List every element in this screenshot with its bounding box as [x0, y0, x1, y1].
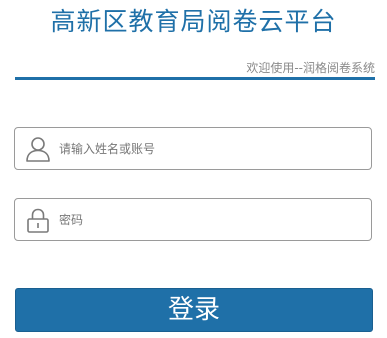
- password-input[interactable]: [59, 199, 359, 240]
- login-page: 高新区教育局阅卷云平台 欢迎使用--润格阅卷系统 登录: [0, 0, 387, 338]
- login-button[interactable]: 登录: [15, 288, 373, 332]
- username-input[interactable]: [59, 128, 359, 169]
- page-subtitle: 欢迎使用--润格阅卷系统: [246, 61, 375, 75]
- lock-icon: [27, 208, 49, 233]
- page-title: 高新区教育局阅卷云平台: [50, 7, 337, 36]
- header-divider: [15, 77, 375, 80]
- password-field: [14, 198, 372, 241]
- username-field: [14, 127, 372, 170]
- user-icon: [26, 137, 50, 162]
